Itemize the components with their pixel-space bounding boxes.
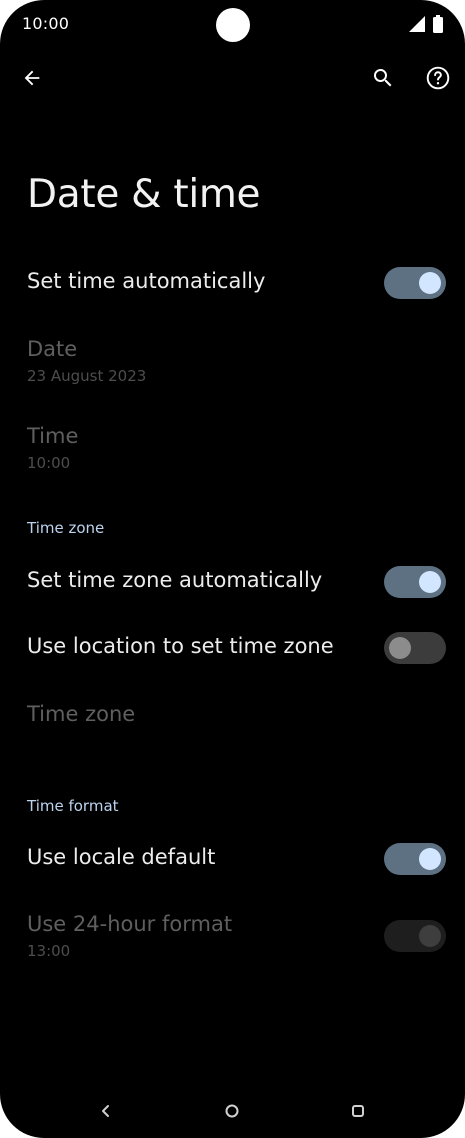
switch-thumb <box>419 925 441 947</box>
status-time: 10:00 <box>22 14 70 33</box>
nav-recents-icon <box>352 1105 364 1117</box>
set-time-zone-automatically-row[interactable]: Set time zone automatically <box>0 551 465 613</box>
help-circle-icon <box>426 66 450 90</box>
nav-recents-button[interactable] <box>340 1093 376 1129</box>
set-time-automatically-label: Set time automatically <box>27 269 266 293</box>
time-zone-label: Time zone <box>27 702 136 726</box>
use-locale-default-row[interactable]: Use locale default <box>0 828 465 890</box>
set-time-zone-automatically-switch[interactable] <box>384 566 446 598</box>
camera-cutout <box>216 8 250 42</box>
switch-thumb <box>419 848 441 870</box>
date-label: Date <box>27 337 78 361</box>
status-bar: 10:00 <box>0 0 465 52</box>
set-time-automatically-switch[interactable] <box>384 267 446 299</box>
use-locale-default-label: Use locale default <box>27 845 216 869</box>
use-location-label: Use location to set time zone <box>27 634 334 658</box>
search-icon <box>374 69 392 87</box>
nav-home-button[interactable] <box>214 1093 250 1129</box>
search-button[interactable] <box>361 56 405 100</box>
time-format-section-header: Time format <box>27 797 119 815</box>
time-row[interactable]: Time 10:00 <box>0 417 465 483</box>
set-time-zone-automatically-label: Set time zone automatically <box>27 568 323 592</box>
back-button[interactable] <box>10 56 54 100</box>
date-row[interactable]: Date 23 August 2023 <box>0 330 465 396</box>
switch-thumb <box>419 571 441 593</box>
use-24-hour-format-row: Use 24-hour format 13:00 <box>0 905 465 971</box>
time-value: 10:00 <box>27 454 71 472</box>
use-24-hour-format-label: Use 24-hour format <box>27 912 233 936</box>
page-title: Date & time <box>27 172 261 217</box>
time-label: Time <box>27 424 79 448</box>
switch-thumb <box>419 272 441 294</box>
use-location-row[interactable]: Use location to set time zone <box>0 617 465 679</box>
use-24-hour-format-switch <box>384 920 446 952</box>
set-time-automatically-row[interactable]: Set time automatically <box>0 252 465 314</box>
signal-icon <box>409 16 425 32</box>
use-location-switch[interactable] <box>384 632 446 664</box>
help-button[interactable] <box>416 56 460 100</box>
arrow-back-icon <box>24 70 40 86</box>
date-value: 23 August 2023 <box>27 367 147 385</box>
use-locale-default-switch[interactable] <box>384 843 446 875</box>
nav-back-button[interactable] <box>88 1093 124 1129</box>
battery-icon <box>433 15 443 33</box>
use-24-hour-format-value: 13:00 <box>27 942 71 960</box>
time-zone-row[interactable]: Time zone <box>0 690 465 740</box>
nav-home-icon <box>225 1104 239 1118</box>
switch-thumb <box>389 637 411 659</box>
screen: 10:00 Date & time Set time automatically <box>0 0 465 1138</box>
nav-back-icon <box>102 1105 109 1117</box>
time-zone-section-header: Time zone <box>27 519 105 537</box>
